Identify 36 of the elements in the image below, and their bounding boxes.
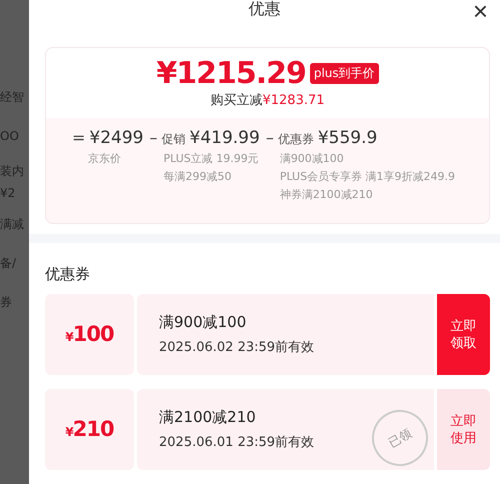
background-text: 满减 [0, 216, 25, 233]
breakdown-note: PLUS立减 19.99元 [162, 150, 260, 166]
coupon-condition: 满2100减210 [159, 408, 256, 427]
operator-sign: – [266, 128, 274, 147]
saving-amount: ¥1283.71 [262, 92, 325, 108]
breakdown-amount: ¥2499 [89, 128, 144, 148]
breakdown-amount: ¥559.9 [318, 128, 378, 148]
coupon-action-button[interactable]: 立即领取 [437, 294, 490, 375]
coupon-value: ¥100 [65, 322, 114, 346]
breakdown-note: 京东价 [87, 150, 122, 166]
coupon-condition: 满900减100 [159, 312, 246, 332]
breakdown-label: 促销 [162, 130, 186, 148]
panel-title: 优惠 [248, 0, 280, 20]
breakdown-note: 神券满2100减210 [278, 186, 374, 202]
breakdown-note: PLUS会员专享券 满1享9折减249.9 [278, 168, 456, 184]
background-text: 券 [0, 294, 13, 311]
breakdown-note: 每满299减50 [162, 168, 232, 184]
breakdown-note: 满900减100 [278, 150, 345, 166]
background-text: ¥2 [0, 185, 16, 202]
final-price: ¥1215.29 [156, 56, 306, 92]
breakdown-amount: ¥419.99 [190, 128, 260, 148]
operator-sign: – [150, 128, 158, 147]
coupon-validity: 2025.06.02 23:59前有效 [159, 338, 314, 356]
coupon-value: ¥210 [65, 417, 114, 442]
background-text: OO [0, 128, 20, 145]
breakdown-label: 优惠券 [278, 130, 314, 148]
coupon-action-button[interactable]: 立即使用 [437, 388, 490, 470]
price-badge: plus到手价 [310, 63, 379, 84]
section-title: 优惠券 [45, 264, 91, 284]
operator-sign: = [72, 128, 86, 147]
coupon-validity: 2025.06.01 23:59前有效 [159, 434, 314, 451]
background-text: 备/ [0, 255, 18, 272]
background-text: 装内 [0, 163, 25, 180]
saving-label: 购买立减 [210, 92, 262, 110]
background-text: 经智 [0, 89, 25, 106]
close-button[interactable]: × [470, 0, 490, 24]
